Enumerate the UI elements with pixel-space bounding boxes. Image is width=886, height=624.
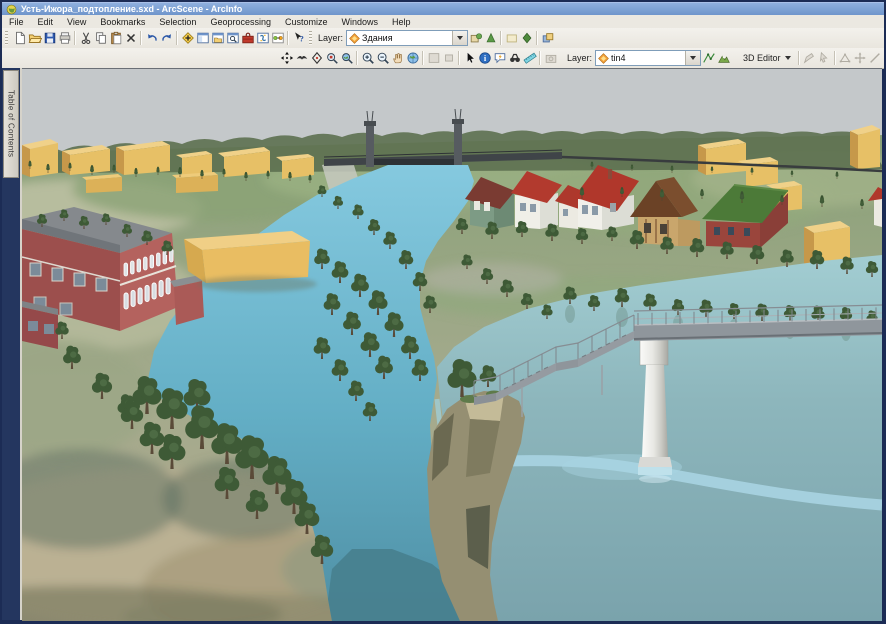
save-icon[interactable] <box>42 30 57 47</box>
toolbar-separator <box>539 51 541 65</box>
3d-editor-label: 3D Editor <box>743 53 781 63</box>
fly-icon[interactable] <box>294 50 309 67</box>
tin-layer-value: tin4 <box>611 53 685 63</box>
edit-tool-icon[interactable] <box>817 50 832 67</box>
select-features-icon[interactable] <box>462 50 477 67</box>
tin-layer-dropdown-button[interactable] <box>685 51 700 65</box>
next-view-icon[interactable] <box>441 50 456 67</box>
toc-strip: Table of Contents <box>2 68 22 620</box>
toolbar-separator <box>422 51 424 65</box>
menu-windows[interactable]: Windows <box>335 16 386 28</box>
pan-icon[interactable] <box>390 50 405 67</box>
measure-icon[interactable] <box>522 50 537 67</box>
title-bar[interactable]: Усть-Ижора_подтопление.sxd - ArcScene - … <box>2 2 884 15</box>
prev-view-icon[interactable] <box>426 50 441 67</box>
face-culling-icon[interactable] <box>468 30 483 47</box>
menu-view[interactable]: View <box>60 16 93 28</box>
tin-layer-label: Layer: <box>567 53 592 63</box>
split-icon[interactable] <box>868 50 883 67</box>
add-data-icon[interactable] <box>180 30 195 47</box>
identify-icon[interactable]: i <box>477 50 492 67</box>
edit-sketch-icon[interactable] <box>802 50 817 67</box>
arctoolbox-icon[interactable] <box>240 30 255 47</box>
help-icon[interactable]: ? <box>291 30 306 47</box>
scene-viewport-frame <box>22 68 882 620</box>
layer-icon <box>348 32 361 45</box>
toc-collapsed-tab[interactable]: Table of Contents <box>3 70 19 178</box>
toc-tab-label: Table of Contents <box>7 90 16 157</box>
lighting-icon[interactable] <box>519 30 534 47</box>
toolbar-navigation: i Layer: tin4 3D Editor A Graphic <box>2 48 884 69</box>
undo-icon[interactable] <box>144 30 159 47</box>
sketch-trace-icon[interactable] <box>838 50 853 67</box>
tin-surface-icon[interactable] <box>716 50 731 67</box>
transparency-icon[interactable] <box>504 30 519 47</box>
menu-geoprocessing[interactable]: Geoprocessing <box>203 16 278 28</box>
chevron-down-icon <box>785 56 791 60</box>
cut-icon[interactable] <box>78 30 93 47</box>
paste-icon[interactable] <box>108 30 123 47</box>
effects-layer-label: Layer: <box>318 33 343 43</box>
new-document-icon[interactable] <box>12 30 27 47</box>
toolbar-separator <box>834 51 836 65</box>
html-popup-icon[interactable] <box>492 50 507 67</box>
chevron-down-icon <box>690 56 696 60</box>
menu-bar: File Edit View Bookmarks Selection Geopr… <box>2 15 884 29</box>
shade-textures-icon[interactable] <box>540 30 555 47</box>
center-on-target-icon[interactable] <box>309 50 324 67</box>
navigate-icon[interactable] <box>279 50 294 67</box>
3d-editor-dropdown[interactable]: 3D Editor <box>738 50 796 67</box>
toolbar-separator <box>798 51 800 65</box>
toolbar-separator <box>140 31 142 45</box>
catalog-window-icon[interactable] <box>210 30 225 47</box>
zoom-in-icon[interactable] <box>360 50 375 67</box>
toolbar-separator <box>536 31 538 45</box>
zoom-to-target-icon[interactable] <box>324 50 339 67</box>
open-document-icon[interactable] <box>27 30 42 47</box>
copy-icon[interactable] <box>93 30 108 47</box>
search-window-icon[interactable] <box>225 30 240 47</box>
full-extent-icon[interactable] <box>405 50 420 67</box>
tin-edit-icon[interactable] <box>701 50 716 67</box>
move-icon[interactable] <box>853 50 868 67</box>
toolbar-separator <box>356 51 358 65</box>
delete-icon[interactable] <box>123 30 138 47</box>
menu-selection[interactable]: Selection <box>152 16 203 28</box>
snapshot-icon[interactable] <box>543 50 558 67</box>
toolbar-separator <box>458 51 460 65</box>
tin-layer-combobox[interactable]: tin4 <box>595 50 701 66</box>
menu-edit[interactable]: Edit <box>31 16 61 28</box>
layer-icon <box>597 52 610 65</box>
toolbar-grip[interactable] <box>309 31 312 45</box>
arcscene-window: Усть-Ижора_подтопление.sxd - ArcScene - … <box>0 0 886 624</box>
menu-bookmarks[interactable]: Bookmarks <box>93 16 152 28</box>
toolbar-separator <box>74 31 76 45</box>
chevron-down-icon <box>457 36 463 40</box>
effects-layer-value: Здания <box>362 33 452 43</box>
python-window-icon[interactable] <box>255 30 270 47</box>
modelbuilder-icon[interactable] <box>270 30 285 47</box>
toolbar-separator <box>287 31 289 45</box>
table-of-contents-window-icon[interactable] <box>195 30 210 47</box>
zoom-out-icon[interactable] <box>375 50 390 67</box>
toolbar-grip[interactable] <box>5 31 8 45</box>
toolbar-standard: ? Layer: Здания <box>2 28 884 49</box>
arcscene-app-icon <box>6 4 17 15</box>
effects-layer-combobox[interactable]: Здания <box>346 30 468 46</box>
observer-point-icon[interactable] <box>339 50 354 67</box>
scene-3d-view[interactable] <box>22 69 882 621</box>
window-title: Усть-Ижора_подтопление.sxd - ArcScene - … <box>21 4 242 14</box>
depth-priority-icon[interactable] <box>483 30 498 47</box>
yellow-block-building <box>184 231 317 292</box>
menu-customize[interactable]: Customize <box>278 16 335 28</box>
svg-text:?: ? <box>299 34 303 44</box>
print-icon[interactable] <box>57 30 72 47</box>
menu-help[interactable]: Help <box>385 16 418 28</box>
toolbar-separator <box>176 31 178 45</box>
find-icon[interactable] <box>507 50 522 67</box>
menu-file[interactable]: File <box>2 16 31 28</box>
redo-icon[interactable] <box>159 30 174 47</box>
toolbar-separator <box>500 31 502 45</box>
effects-layer-dropdown-button[interactable] <box>452 31 467 45</box>
